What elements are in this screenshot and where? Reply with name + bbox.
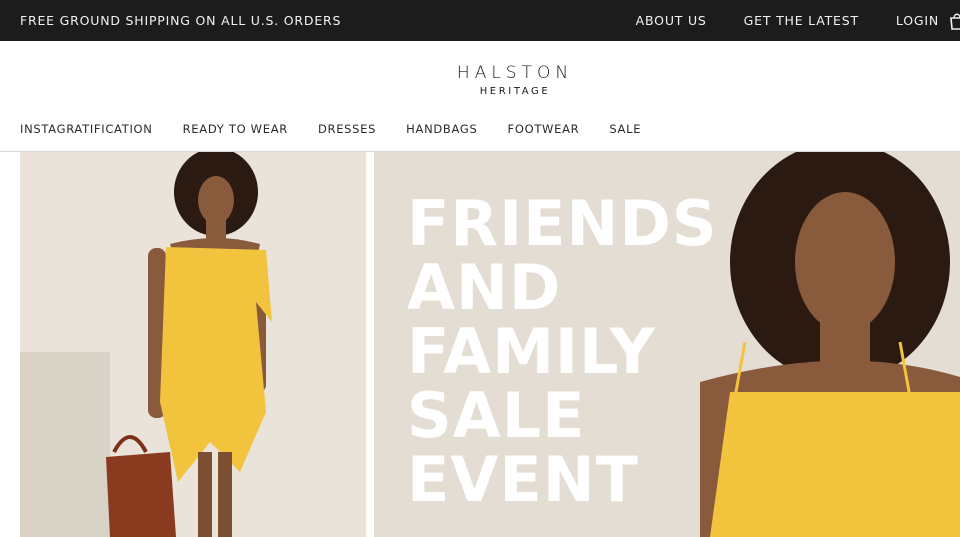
hero-line: EVENT <box>407 443 639 516</box>
main-navigation: INSTAGRATIFICATION READY TO WEAR DRESSES… <box>20 122 671 136</box>
about-us-link[interactable]: ABOUT US <box>636 13 707 28</box>
login-link[interactable]: LOGIN <box>896 13 939 28</box>
hero-line: AND <box>407 251 562 324</box>
get-the-latest-link[interactable]: GET THE LATEST <box>744 13 859 28</box>
nav-item-sale[interactable]: SALE <box>609 122 641 136</box>
nav-item-footwear[interactable]: FOOTWEAR <box>508 122 580 136</box>
hero-banner[interactable]: FRIENDS AND FAMILY SALE EVENT <box>20 152 960 537</box>
utility-links: ABOUT US GET THE LATEST LOGIN <box>636 13 960 28</box>
hero-line: FRIENDS <box>407 187 718 260</box>
nav-item-instagratification[interactable]: INSTAGRATIFICATION <box>20 122 153 136</box>
brand-logo[interactable]: HALSTON HERITAGE <box>0 63 960 97</box>
brand-name: HALSTON <box>456 63 574 83</box>
shipping-promo-text: FREE GROUND SHIPPING ON ALL U.S. ORDERS <box>20 13 342 28</box>
hero-line: FAMILY <box>407 315 656 388</box>
brand-subname: HERITAGE <box>479 86 551 97</box>
nav-item-handbags[interactable]: HANDBAGS <box>406 122 477 136</box>
shopping-bag-icon[interactable] <box>950 12 960 30</box>
nav-item-dresses[interactable]: DRESSES <box>318 122 376 136</box>
promo-bar: FREE GROUND SHIPPING ON ALL U.S. ORDERS … <box>0 0 960 41</box>
nav-item-ready-to-wear[interactable]: READY TO WEAR <box>183 122 288 136</box>
hero-line: SALE <box>407 379 586 452</box>
hero-headline: FRIENDS AND FAMILY SALE EVENT <box>407 192 718 512</box>
